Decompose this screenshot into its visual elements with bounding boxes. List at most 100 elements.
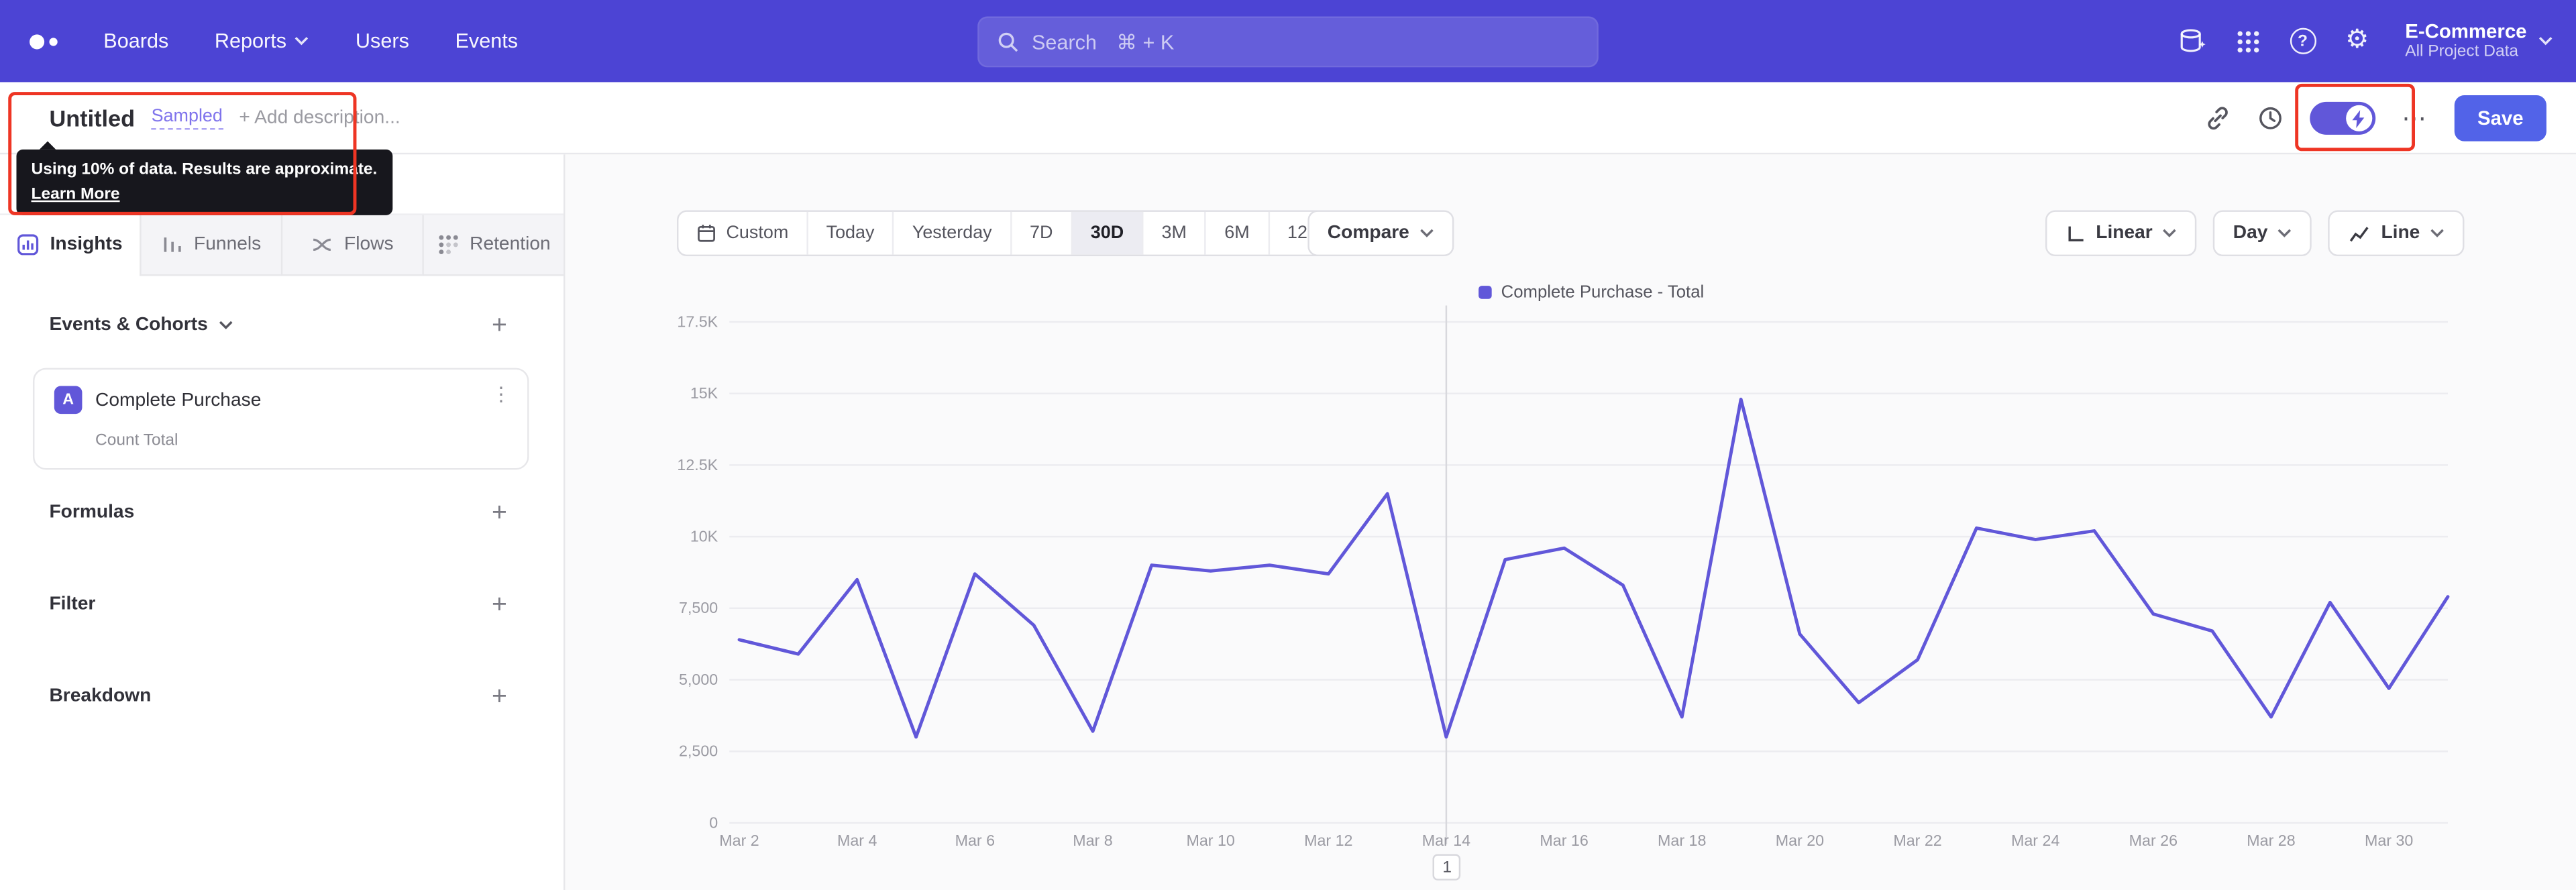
help-icon[interactable]: ? [2289,27,2316,54]
settings-gear-icon[interactable]: ⚙ [2345,27,2369,54]
funnels-icon [164,237,181,252]
y-tick-label: 15K [690,384,718,402]
x-tick-label: Mar 28 [2247,832,2295,849]
tab-flows-label: Flows [344,235,394,255]
y-tick-label: 7,500 [679,599,718,616]
y-tick-label: 12.5K [677,456,718,474]
project-switcher[interactable]: E-Commerce All Project Data [2405,19,2553,62]
project-scope: All Project Data [2405,42,2519,61]
tab-funnels[interactable]: Funnels [140,215,281,276]
breakdown-label: Breakdown [49,686,152,707]
lightning-bolt-icon [2353,109,2365,127]
insights-icon [18,234,40,256]
search-icon [998,32,1018,52]
series-line[interactable] [737,397,2450,739]
x-tick-label: Mar 20 [1776,832,1824,849]
nav-boards-label: Boards [103,30,169,53]
tab-funnels-label: Funnels [194,235,262,255]
events-cohorts-header[interactable]: Events & Cohorts [49,315,232,335]
events-cohorts-label: Events & Cohorts [49,315,208,335]
copy-link-icon[interactable] [2204,105,2231,131]
x-tick-label: Mar 22 [1893,832,1941,849]
y-tick-label: 10K [690,527,718,545]
sampled-badge[interactable]: Sampled [151,106,223,129]
x-tick-label: Mar 18 [1658,832,1706,849]
sidebar: Insights Funnels Flows Retention Events … [0,154,566,890]
filter-label: Filter [49,594,96,614]
x-tick-label: Mar 8 [1073,832,1112,849]
event-options-button[interactable]: ⋮ [491,383,511,406]
y-tick-label: 5,000 [679,671,718,688]
main-area: Custom Today Yesterday 7D 30D 3M 6M 12M … [565,154,2576,890]
app: Boards Reports Users Events Search ⌘ + K… [0,0,2576,890]
chevron-down-icon [2538,37,2553,46]
x-tick-label: Mar 30 [2365,832,2413,849]
formulas-label: Formulas [49,502,135,522]
save-button[interactable]: Save [2454,95,2546,142]
add-formula-button[interactable]: + [484,499,514,529]
report-header: Untitled Sampled + Add description... ⋯ … [0,82,2576,155]
event-card[interactable]: A Complete Purchase ⋮ Count Total [32,368,529,470]
search-shortcut: ⌘ + K [1116,31,1175,54]
add-event-button[interactable]: + [484,312,514,341]
filter-header: Filter [49,595,95,614]
tab-insights-label: Insights [50,235,123,255]
history-clock-icon[interactable] [2257,105,2284,131]
top-nav: Boards Reports Users Events Search ⌘ + K… [0,0,2576,82]
y-tick-label: 17.5K [677,313,718,330]
add-filter-button[interactable]: + [484,592,514,621]
retention-icon [439,235,458,255]
x-tick-label: Mar 24 [2011,832,2059,849]
chart-svg: 0 2,500 5,000 7,500 10K 12.5K 15K 17.5K Mar 2 Mar… [677,305,2450,849]
event-letter-badge: A [54,386,83,414]
add-breakdown-button[interactable]: + [484,683,514,713]
chevron-down-icon [218,321,232,329]
nav-reports[interactable]: Reports [215,30,310,52]
chevron-down-icon [295,37,309,46]
search-placeholder: Search [1031,30,1097,54]
question-glyph: ? [2289,27,2316,54]
nav-right-cluster: ? ⚙ E-Commerce All Project Data [2178,0,2553,82]
report-header-right: ⋯ Save [2204,82,2546,154]
learn-more-link[interactable]: Learn More [32,186,120,204]
page-indicator[interactable]: 1 [1433,854,1461,881]
apps-grid-icon[interactable] [2235,29,2260,54]
x-tick-label: Mar 12 [1304,832,1352,849]
event-metric[interactable]: Count Total [95,432,178,450]
event-name[interactable]: Complete Purchase [95,390,261,410]
project-info: E-Commerce All Project Data [2405,19,2526,62]
x-tick-label: Mar 26 [2129,832,2178,849]
mixpanel-logo[interactable] [30,34,58,49]
tab-flows[interactable]: Flows [280,215,423,276]
x-tick-label: Mar 10 [1186,832,1234,849]
nav-boards[interactable]: Boards [103,30,168,52]
add-description[interactable]: + Add description... [239,107,400,127]
project-name: E-Commerce [2405,19,2527,43]
report-title[interactable]: Untitled [49,105,135,131]
nav-users[interactable]: Users [356,30,409,52]
flows-icon [314,238,332,252]
nav-users-label: Users [355,30,409,53]
breakdown-header: Breakdown [49,687,151,706]
tab-retention[interactable]: Retention [422,215,564,276]
x-tick-label: Mar 16 [1540,832,1588,849]
nav-items: Boards Reports Users Events [103,30,518,52]
report-type-tabs: Insights Funnels Flows Retention [0,213,564,276]
sampling-tooltip: Using 10% of data. Results are approxima… [16,141,392,215]
tooltip-text: Using 10% of data. Results are approxima… [31,161,378,179]
nav-events[interactable]: Events [455,30,518,52]
x-tick-label: Mar 6 [955,832,995,849]
event-row: A Complete Purchase [54,386,261,414]
data-sources-icon[interactable] [2178,28,2206,54]
tab-insights[interactable]: Insights [0,215,140,276]
search-input[interactable]: Search ⌘ + K [977,16,1599,68]
nav-events-label: Events [455,30,519,53]
nav-reports-label: Reports [214,30,287,53]
logo-dot-large [30,34,45,49]
logo-dot-small [49,37,58,46]
x-tick-label: Mar 4 [837,832,877,849]
more-options-button[interactable]: ⋯ [2402,103,2428,133]
x-tick-label: Mar 14 [1422,832,1470,849]
x-tick-label: Mar 2 [719,832,759,849]
sampling-toggle[interactable] [2310,101,2376,135]
